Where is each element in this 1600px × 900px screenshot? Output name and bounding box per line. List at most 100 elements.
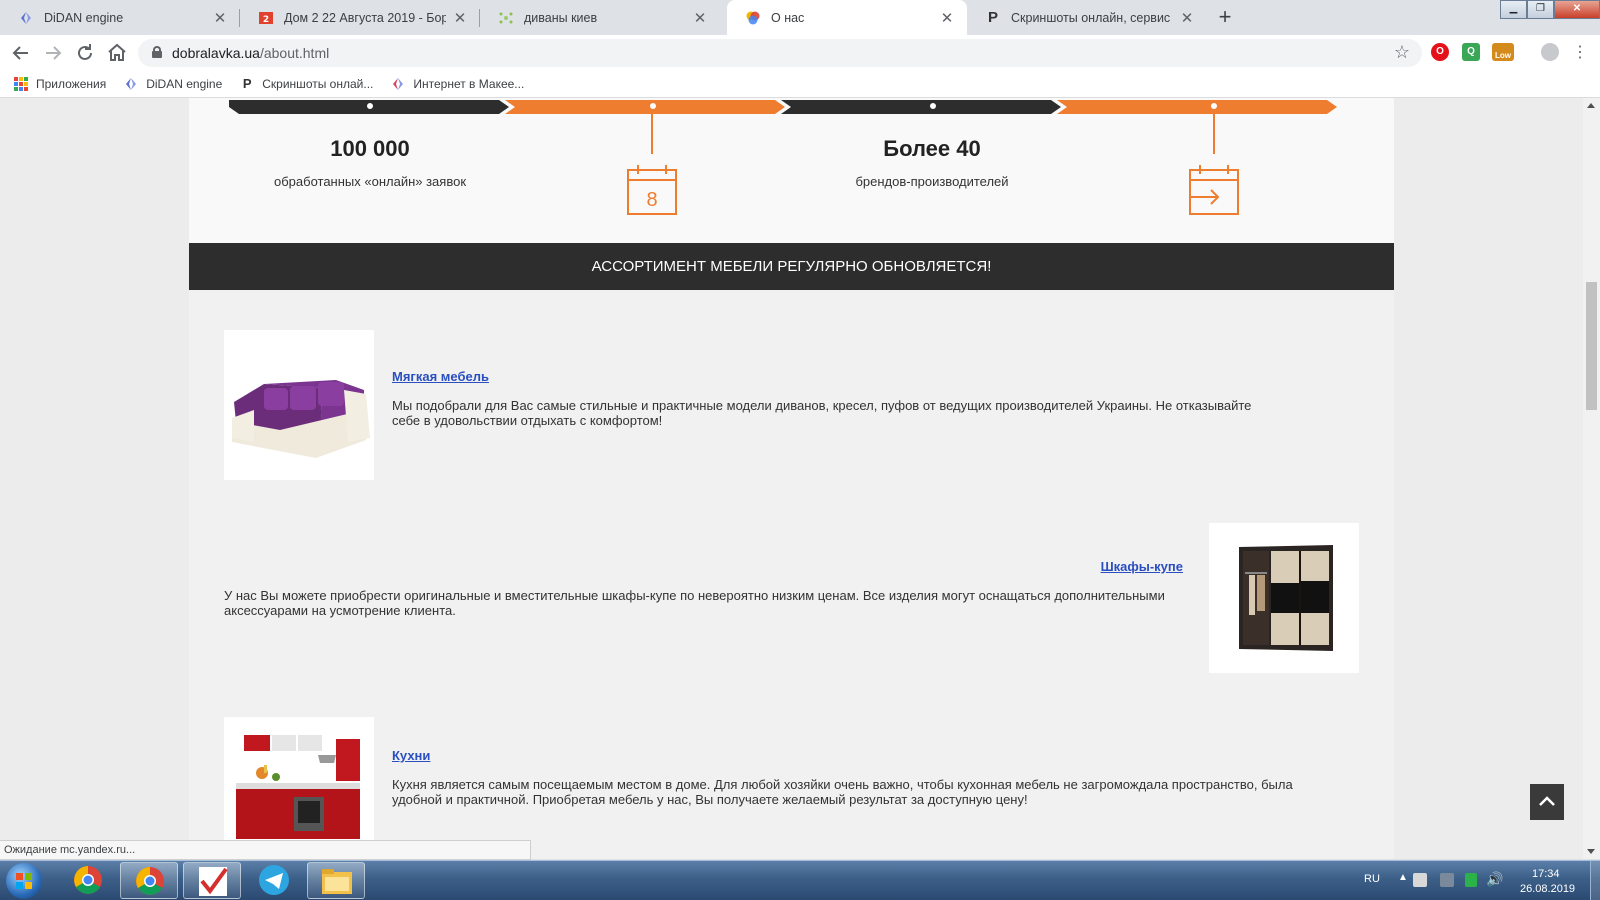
stat-number: Более 40 [883,136,981,161]
home-button[interactable] [105,41,129,65]
bookmark-label: DiDAN engine [146,76,223,91]
site-logo-icon [745,10,761,26]
new-tab-button[interactable]: + [1212,6,1238,30]
arrow-left-icon [12,46,28,60]
reload-button[interactable] [73,41,97,65]
close-tab-icon[interactable]: ✕ [692,9,708,27]
assortment-banner: АССОРТИМЕНТ МЕБЕЛИ РЕГУЛЯРНО ОБНОВЛЯЕТСЯ… [189,243,1394,290]
reload-icon [78,44,92,60]
timeline-dot [930,103,936,109]
dom2-icon: 2 [258,10,274,26]
bookmark-label: Интернет в Макее... [413,76,525,91]
close-window-button[interactable]: ✕ [1554,0,1600,19]
checkmark-icon [199,867,228,896]
tab-divany[interactable]: диваны киев ✕ [480,0,720,35]
windows-taskbar: RU ▲ 🔊 17:34 26.08.2019 [0,860,1600,900]
clock-date[interactable]: 26.08.2019 [1520,883,1575,895]
p-letter-icon: P [242,76,252,91]
show-desktop-button[interactable] [1590,861,1600,900]
close-tab-icon[interactable]: ✕ [1179,9,1195,27]
clock-time[interactable]: 17:34 [1532,868,1560,880]
bookmark-screenshots[interactable]: P Скриншоты онлай... [240,76,374,91]
category-text: Кухня является самым посещаемым местом в… [392,777,1293,807]
close-tab-icon[interactable]: ✕ [212,9,228,27]
tray-expand-icon[interactable]: ▲ [1398,872,1408,883]
bookmark-label: Приложения [36,76,107,91]
category-link-soft-furniture[interactable]: Мягкая мебель [392,369,489,384]
taskbar-checkmark-app[interactable] [183,862,241,899]
volume-icon[interactable]: 🔊 [1486,871,1503,888]
stat-label: брендов-производителей [855,174,1009,189]
tray-app-icon[interactable] [1413,873,1427,887]
maximize-button[interactable]: ❐ [1527,0,1554,19]
sofa-image[interactable] [224,330,374,480]
chrome-icon [136,867,164,895]
back-button[interactable] [9,41,33,65]
tab-title: Скриншоты онлайн, сервис пол [1011,10,1173,25]
category-text: У нас Вы можете приобрести оригинальные … [224,588,1165,618]
menu-dots-icon[interactable]: ⋮ [1568,41,1592,65]
wardrobe-image[interactable] [1209,523,1359,673]
start-button[interactable] [6,863,42,899]
forward-button[interactable] [41,41,65,65]
scroll-up-arrow-icon[interactable] [1587,103,1595,108]
low-battery-extension-icon[interactable]: Low [1492,43,1514,61]
timeline-dot [367,103,373,109]
tab-dom2[interactable]: 2 Дом 2 22 Августа 2019 - Бороди ✕ [240,0,480,35]
category-link-wardrobes[interactable]: Шкафы-купе [1028,559,1183,574]
profile-avatar-icon[interactable] [1541,43,1559,61]
scroll-to-top-button[interactable] [1530,784,1564,820]
battery-icon[interactable] [1465,873,1477,887]
taskbar-telegram[interactable] [245,862,303,899]
tab-title: DiDAN engine [44,10,124,25]
didan-icon [124,77,138,91]
p-letter-icon: P [987,9,998,26]
minimize-button[interactable]: ▁ [1500,0,1527,19]
stat-number: 100 000 [330,136,410,161]
timeline-connector [1213,114,1215,154]
timeline-dot [1211,103,1217,109]
bookmark-star-icon[interactable]: ☆ [1394,42,1410,63]
taskbar-chrome[interactable] [59,862,117,899]
url-text[interactable]: dobralavka.ua/about.html [172,45,329,61]
taskbar-explorer[interactable] [307,862,365,899]
telegram-icon [259,865,289,895]
status-bubble: Ожидание mc.yandex.ru... [0,840,531,860]
tab-about[interactable]: О нас ✕ [727,0,967,35]
network-icon[interactable] [1440,873,1454,887]
didan-icon [391,77,405,91]
scroll-down-arrow-icon[interactable] [1587,849,1595,854]
chrome-icon [74,866,102,894]
stats-section: 100 000 обработанных «онлайн» заявок 8 Б… [189,98,1394,243]
address-bar[interactable]: dobralavka.ua/about.html ☆ [138,39,1422,67]
tab-screenshots[interactable]: P Скриншоты онлайн, сервис пол ✕ [967,0,1207,35]
category-text: Мы подобрали для Вас самые стильные и пр… [392,398,1252,428]
bookmark-internet[interactable]: Интернет в Макее... [391,77,524,91]
bookmark-apps[interactable]: Приложения [14,76,107,91]
timeline-arrows [229,100,1337,114]
bookmark-label: Скриншоты онлай... [262,76,374,91]
q-extension-icon[interactable]: Q [1462,43,1480,61]
arrow-right-icon [46,46,62,60]
tab-title: диваны киев [524,10,598,25]
language-indicator[interactable]: RU [1364,873,1380,885]
calendar-arrow-icon [1189,165,1239,215]
kitchen-image[interactable] [224,717,374,859]
window-controls: ▁ ❐ ✕ [1500,0,1600,19]
close-tab-icon[interactable]: ✕ [939,9,955,27]
scrollbar-thumb[interactable] [1586,282,1597,410]
page-content: 100 000 обработанных «онлайн» заявок 8 Б… [189,98,1394,859]
page-scrollbar[interactable] [1583,98,1600,859]
taskbar-chrome-active[interactable] [120,862,178,899]
svg-text:8: 8 [646,189,657,211]
timeline-connector [651,114,653,154]
home-icon [108,43,126,61]
windows-logo-icon [16,873,32,889]
tab-didan[interactable]: DiDAN engine ✕ [0,0,240,35]
opera-icon[interactable]: O [1431,43,1449,61]
category-link-kitchens[interactable]: Кухни [392,748,430,763]
svg-text:2: 2 [263,15,269,25]
close-tab-icon[interactable]: ✕ [452,9,468,27]
lock-icon[interactable] [152,46,162,58]
bookmark-didan[interactable]: DiDAN engine [124,77,222,91]
